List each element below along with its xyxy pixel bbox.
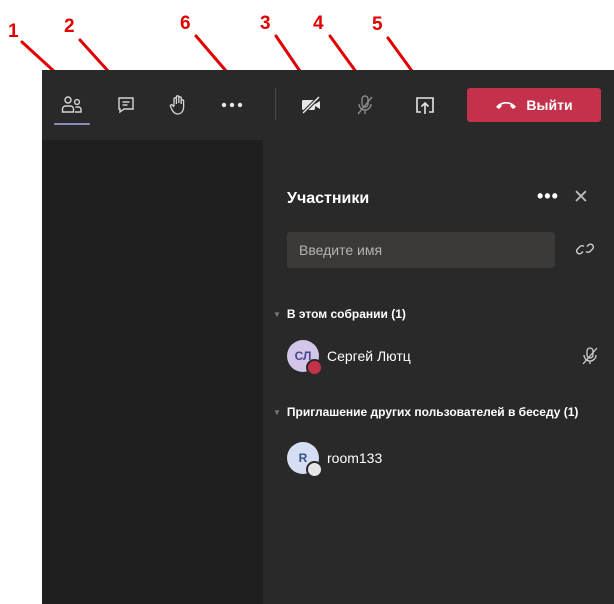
more-actions-icon (221, 102, 243, 108)
annotation-label-5: 5 (372, 14, 383, 35)
mic-toggle-button[interactable] (348, 88, 382, 122)
avatar: СЛ (287, 340, 323, 376)
link-icon (575, 243, 595, 255)
annotation-label-6: 6 (180, 13, 191, 34)
annotation-label-3: 3 (260, 13, 271, 34)
panel-close-button[interactable]: ✕ (573, 186, 589, 209)
toolbar-separator (275, 88, 276, 120)
panel-title: Участники (287, 190, 370, 207)
participant-name: room133 (327, 450, 383, 466)
chevron-down-icon: ▼ (273, 310, 281, 319)
share-screen-button[interactable] (408, 88, 442, 122)
status-badge (306, 461, 323, 478)
mic-off-icon (357, 95, 373, 115)
annotation-label-1: 1 (8, 21, 19, 42)
panel-more-button[interactable]: ••• (537, 186, 559, 207)
leave-button-label: Выйти (526, 97, 573, 113)
active-tab-indicator (54, 123, 90, 125)
copy-link-button[interactable] (575, 241, 595, 262)
share-screen-icon (416, 97, 434, 114)
camera-off-icon (301, 95, 321, 115)
participant-name: Сергей Лютц (327, 348, 411, 364)
raise-hand-icon (169, 95, 185, 115)
more-actions-button[interactable] (215, 88, 249, 122)
annotation-label-4: 4 (313, 13, 324, 34)
participants-button[interactable] (55, 88, 89, 122)
leave-button[interactable]: Выйти (467, 88, 601, 122)
hang-up-icon (496, 102, 517, 109)
participant-search-input[interactable]: Введите имя (287, 232, 555, 268)
meeting-stage (42, 140, 263, 604)
participants-panel: Участники ••• ✕ Введите имя ▼ В этом собр… (263, 140, 614, 604)
meeting-toolbar: Выйти (42, 70, 614, 140)
avatar: R (287, 442, 323, 478)
participant-mute-indicator (581, 346, 599, 371)
status-badge (306, 359, 323, 376)
chevron-down-icon: ▼ (273, 408, 281, 417)
section-header-invited[interactable]: ▼ Приглашение других пользователей в бесе… (273, 405, 578, 419)
mic-off-icon (582, 347, 598, 365)
raise-hand-button[interactable] (161, 88, 195, 122)
chat-icon (118, 97, 134, 114)
participants-icon (61, 96, 82, 113)
camera-toggle-button[interactable] (294, 88, 328, 122)
section-header-in-meeting[interactable]: ▼ В этом собрании (1) (273, 307, 406, 321)
annotation-label-2: 2 (64, 16, 75, 37)
participant-row[interactable]: R room133 (287, 440, 383, 478)
chat-button[interactable] (109, 88, 143, 122)
participant-row[interactable]: СЛ Сергей Лютц (287, 338, 411, 376)
